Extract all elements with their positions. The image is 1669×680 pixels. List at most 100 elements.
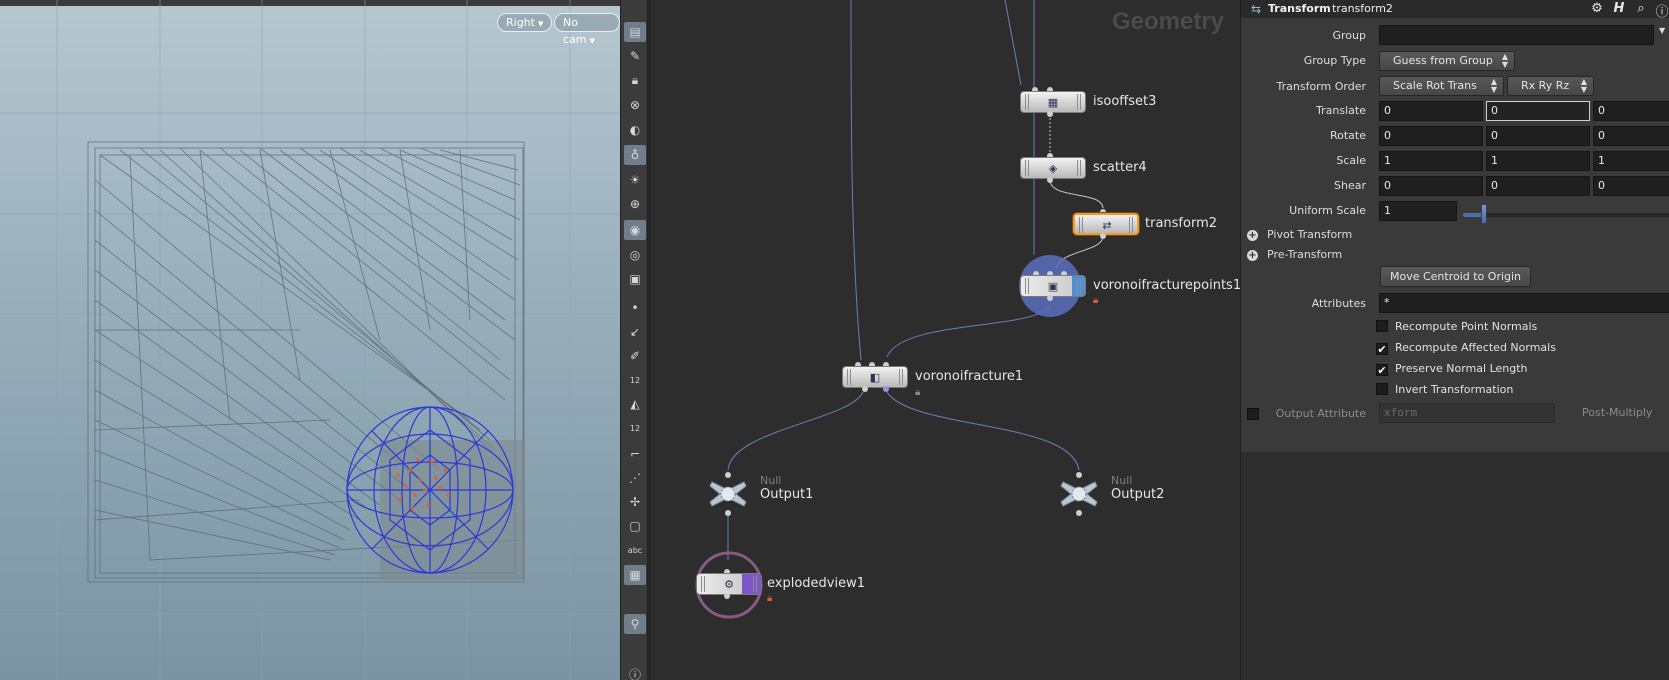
node-output-connector[interactable] — [862, 386, 868, 392]
handles-icon[interactable]: ✢ — [624, 492, 646, 512]
group-type-menu[interactable]: Guess from Group ▲ ▼ — [1379, 51, 1515, 71]
point-numbers-icon[interactable]: 12 — [624, 370, 646, 390]
node-body[interactable]: ◧ — [842, 366, 908, 388]
parameter-pane-empty-area — [1241, 452, 1669, 680]
info-icon[interactable]: ⓘ — [1654, 1, 1669, 20]
checkbox[interactable]: ✔ — [1376, 343, 1388, 355]
shaded-icon[interactable]: ◉ — [624, 220, 646, 240]
node-output-connector[interactable] — [725, 510, 731, 516]
fill-icon[interactable]: ◭ — [624, 394, 646, 414]
point-icon[interactable]: • — [624, 298, 646, 318]
transform-order-menu[interactable]: Scale Rot Trans ▲ ▼ — [1379, 76, 1504, 96]
move-centroid-button[interactable]: Move Centroid to Origin — [1380, 266, 1531, 287]
info-icon[interactable]: ⓘ — [624, 664, 646, 680]
attributes-field[interactable]: * — [1379, 293, 1669, 313]
view-menu[interactable]: Right ▼ — [497, 13, 553, 32]
scene-viewport[interactable]: Right ▼ No cam ▼ — [0, 0, 620, 680]
translate-z-field[interactable]: 0 — [1593, 101, 1669, 121]
plus-icon: + — [1247, 230, 1258, 241]
up-down-arrows-icon: ▲ ▼ — [1501, 52, 1508, 69]
pivot-transform-folder[interactable]: + Pivot Transform — [1247, 228, 1352, 241]
paint-icon[interactable]: ✎ — [624, 46, 646, 66]
node-body[interactable]: ▣ — [1020, 275, 1086, 297]
node-output-connector[interactable] — [1047, 295, 1053, 301]
rotate-z-field[interactable]: 0 — [1593, 126, 1669, 146]
lock-icon[interactable]: 🔒︎ — [624, 70, 646, 90]
shear-y-field[interactable]: 0 — [1486, 176, 1590, 196]
shear-x-field[interactable]: 0 — [1379, 176, 1483, 196]
display-options-icon[interactable]: ▤ — [624, 22, 646, 42]
houdini-window: Right ▼ No cam ▼ ▤ ✎ 🔒︎ ⊗ ◐ ♁ ☀ ⊕ ◉ ◎ ▣ • … — [0, 0, 1669, 680]
translate-x-field[interactable]: 0 — [1379, 101, 1483, 121]
visualize-icon[interactable]: ◎ — [624, 245, 646, 265]
add-light-icon[interactable]: ⊕ — [624, 194, 646, 214]
background-image-icon[interactable]: ▦ — [624, 565, 646, 585]
voronoi-points-icon: ▣ — [1047, 280, 1059, 293]
node-name-field[interactable]: transform2 — [1332, 2, 1393, 15]
gear-icon[interactable]: ⚙ — [1589, 1, 1605, 17]
node-label: scatter4 — [1093, 160, 1147, 175]
attributes-label: Attributes — [1311, 297, 1366, 310]
uniform-scale-slider-handle[interactable] — [1481, 204, 1487, 224]
chevron-down-icon: ▼ — [537, 20, 544, 28]
headlight-icon[interactable]: ☀ — [624, 170, 646, 190]
scale-y-field[interactable]: 1 — [1486, 151, 1590, 171]
node-output-connector[interactable] — [883, 386, 889, 392]
normal-icon[interactable]: ↙ — [624, 322, 646, 342]
camera-menu-label: No cam — [563, 16, 587, 46]
recompute-point-normals-toggle[interactable]: Recompute Point Normals — [1376, 320, 1537, 336]
group-field[interactable] — [1379, 25, 1654, 45]
ghost-icon[interactable]: ▣ — [624, 269, 646, 289]
location-icon[interactable]: ⚲ — [624, 614, 646, 634]
camera-menu[interactable]: No cam ▼ — [554, 13, 620, 46]
scale-x-field[interactable]: 1 — [1379, 151, 1483, 171]
corner-icon[interactable]: ⌐ — [624, 444, 646, 464]
group-menu-arrow[interactable]: ▼ — [1659, 26, 1665, 35]
up-down-arrows-icon: ▲ ▼ — [1490, 77, 1497, 94]
node-body[interactable]: ◈ — [1020, 157, 1086, 179]
node-output-connector[interactable] — [1100, 233, 1106, 239]
output-attribute-field[interactable]: xform — [1379, 403, 1555, 423]
node-output-connector[interactable] — [1047, 111, 1053, 117]
rotation-order-menu[interactable]: Rx Ry Rz ▲ ▼ — [1507, 76, 1594, 96]
scale-z-field[interactable]: 1 — [1593, 151, 1669, 171]
light-icon[interactable]: ◐ — [624, 120, 646, 140]
grid-icon[interactable]: ⋰ — [624, 468, 646, 488]
shear-z-field[interactable]: 0 — [1593, 176, 1669, 196]
output-attribute-label: Output Attribute — [1275, 407, 1366, 420]
rotate-x-field[interactable]: 0 — [1379, 126, 1483, 146]
recompute-affected-normals-toggle[interactable]: ✔ Recompute Affected Normals — [1376, 341, 1556, 357]
uniform-scale-slider-track[interactable] — [1463, 213, 1669, 217]
text-icon[interactable]: abc — [624, 540, 646, 560]
network-editor[interactable]: Geometry ▦ isooffset3 ◈ scatter4 ⇄ trans… — [651, 0, 1240, 680]
preserve-normal-length-toggle[interactable]: ✔ Preserve Normal Length — [1376, 362, 1528, 378]
node-body[interactable]: ⚙ — [696, 573, 762, 595]
node-output-connector[interactable] — [1076, 510, 1082, 516]
node-body[interactable]: ⇄ — [1073, 213, 1139, 235]
viewport-display-toolbar: ▤ ✎ 🔒︎ ⊗ ◐ ♁ ☀ ⊕ ◉ ◎ ▣ • ↙ ✐ 12 ◭ 12 ⌐ ⋰… — [620, 0, 648, 680]
prim-numbers-icon[interactable]: 12 — [624, 418, 646, 438]
node-body[interactable]: ▦ — [1020, 91, 1086, 113]
viewport-scene — [0, 0, 620, 680]
rotate-y-field[interactable]: 0 — [1486, 126, 1590, 146]
pre-transform-folder[interactable]: + Pre-Transform — [1247, 248, 1342, 261]
wire-voronoifracture1-to-output1 — [727, 391, 864, 471]
post-multiply-toggle[interactable]: Post-Multiply — [1582, 406, 1652, 419]
checkbox[interactable] — [1376, 383, 1388, 395]
search-icon[interactable]: ⌕ — [1633, 1, 1649, 17]
invert-transformation-toggle[interactable]: Invert Transformation — [1376, 383, 1513, 399]
snap-icon[interactable]: ⊗ — [624, 95, 646, 115]
checkbox[interactable] — [1376, 320, 1388, 332]
checkbox[interactable]: ✔ — [1376, 364, 1388, 376]
frame-icon[interactable]: ▢ — [624, 516, 646, 536]
help-icon[interactable]: H — [1611, 1, 1627, 17]
node-output-connector[interactable] — [1047, 177, 1053, 183]
explodedview-icon: ⚙ — [724, 578, 734, 591]
translate-y-field[interactable]: 0 — [1486, 101, 1590, 121]
lock-icon: 🔒︎ — [915, 387, 921, 398]
node-output-connector[interactable] — [724, 593, 730, 599]
pen-icon[interactable]: ✐ — [624, 346, 646, 366]
uniform-scale-field[interactable]: 1 — [1379, 201, 1457, 221]
wire-input-to-isooffset3 — [1004, 0, 1022, 86]
light-bulb-icon[interactable]: ♁ — [624, 145, 646, 165]
